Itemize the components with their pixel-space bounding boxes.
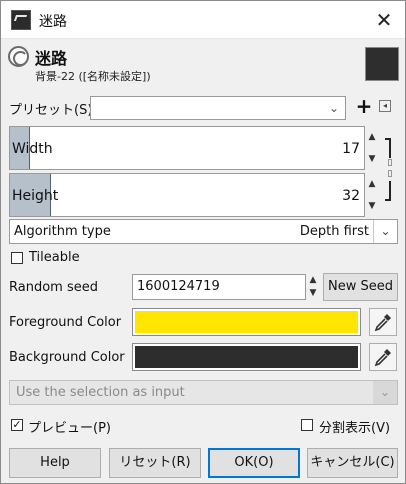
- width-value: 17: [342, 141, 360, 157]
- chain-link-icon[interactable]: ▯ ▯: [386, 158, 394, 180]
- preset-label: プリセット(S):: [9, 103, 97, 118]
- random-seed-input[interactable]: 1600124719: [132, 274, 306, 300]
- eyedropper-icon: [374, 314, 391, 332]
- width-spin-buttons[interactable]: ▲ ▼: [366, 126, 378, 170]
- chevron-down-icon: ⌄: [373, 220, 397, 243]
- spin-up-icon[interactable]: ▲: [307, 274, 319, 287]
- height-spin-buttons[interactable]: ▲ ▼: [366, 173, 378, 217]
- spin-up-icon[interactable]: ▲: [366, 173, 378, 195]
- new-seed-button[interactable]: New Seed: [323, 273, 398, 301]
- foreground-color-swatch: [135, 311, 358, 333]
- chevron-down-icon: ⌄: [328, 101, 340, 115]
- filter-icon: [8, 46, 29, 67]
- background-color-label: Background Color: [9, 350, 125, 365]
- algorithm-type-label: Algorithm type: [14, 224, 111, 239]
- tileable-checkbox[interactable]: [11, 252, 23, 264]
- width-spinscale[interactable]: Width 17: [9, 126, 365, 170]
- selection-input-combo: Use the selection as input ⌄: [9, 380, 398, 405]
- preset-combo[interactable]: ⌄: [90, 96, 346, 120]
- foreground-color-label: Foreground Color: [9, 315, 122, 330]
- help-button[interactable]: Help: [9, 448, 101, 478]
- width-label: Width: [12, 141, 53, 157]
- chain-bracket-bottom: [385, 181, 391, 201]
- height-spinscale[interactable]: Height 32: [9, 173, 365, 217]
- foreground-color-button[interactable]: [132, 308, 361, 336]
- window-title: 迷路: [39, 14, 67, 30]
- chain-bracket-top: [385, 138, 391, 158]
- gimp-app-icon: [11, 10, 31, 30]
- background-color-swatch: [135, 346, 358, 368]
- reset-button[interactable]: リセット(R): [109, 448, 201, 478]
- background-color-button[interactable]: [132, 343, 361, 371]
- algorithm-type-value: Depth first: [299, 224, 369, 239]
- layer-subtitle: 背景-22 ([名称未設定]): [35, 70, 151, 83]
- preset-menu-icon[interactable]: ◂: [379, 100, 391, 112]
- cancel-button[interactable]: キャンセル(C): [307, 448, 398, 478]
- selection-input-label: Use the selection as input: [16, 385, 185, 400]
- spin-down-icon[interactable]: ▼: [366, 148, 378, 170]
- title-bar: 迷路 ✕: [1, 1, 405, 39]
- ok-button[interactable]: OK(O): [208, 448, 300, 478]
- tileable-label: Tileable: [29, 250, 80, 265]
- height-label: Height: [12, 188, 59, 204]
- spin-up-icon[interactable]: ▲: [366, 126, 378, 148]
- split-view-label: 分割表示(V): [319, 421, 391, 436]
- foreground-color-picker-button[interactable]: [369, 308, 397, 336]
- filter-title: 迷路: [35, 49, 68, 68]
- preview-checkbox[interactable]: ✓: [11, 419, 23, 431]
- spin-down-icon[interactable]: ▼: [307, 287, 319, 300]
- background-color-picker-button[interactable]: [369, 343, 397, 371]
- close-icon[interactable]: ✕: [371, 7, 397, 33]
- height-value: 32: [342, 188, 360, 204]
- eyedropper-icon: [374, 349, 391, 367]
- spin-down-icon[interactable]: ▼: [366, 195, 378, 217]
- seed-spin-buttons[interactable]: ▲ ▼: [307, 274, 319, 300]
- chevron-down-icon: ⌄: [373, 381, 397, 404]
- random-seed-label: Random seed: [9, 280, 98, 295]
- algorithm-type-combo[interactable]: Algorithm type Depth first ⌄: [9, 219, 398, 244]
- maze-dialog: 迷路 ✕ 迷路 背景-22 ([名称未設定]) プリセット(S): ⌄ + ◂ …: [0, 0, 406, 484]
- layer-preview-thumbnail: [365, 47, 399, 81]
- split-view-checkbox[interactable]: [301, 419, 313, 431]
- add-preset-button[interactable]: +: [355, 94, 373, 118]
- preview-label: プレビュー(P): [28, 421, 111, 436]
